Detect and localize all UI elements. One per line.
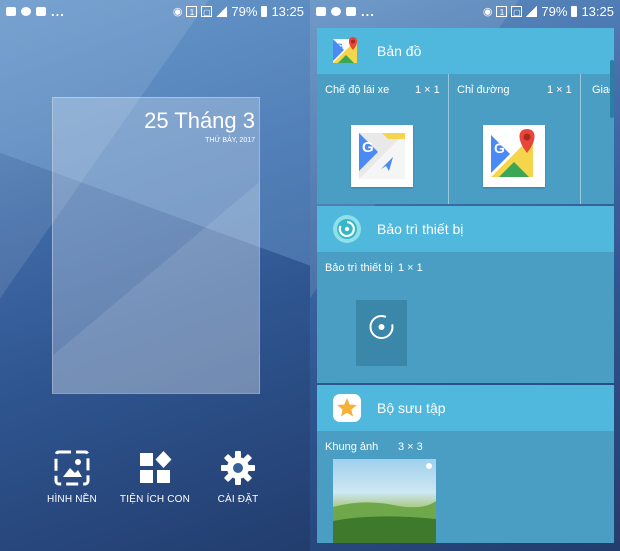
widget-maps-directions[interactable]: Chỉ đường 1 × 1 G — [449, 74, 580, 204]
more-notifications: ... — [361, 3, 375, 19]
settings-button[interactable]: CÀI ĐẶT — [193, 449, 283, 505]
widgets-button[interactable]: TIỆN ÍCH CON — [110, 449, 200, 505]
app-name-device-maintenance: Bảo trì thiết bị — [377, 221, 464, 237]
maps-driving-icon: G — [351, 125, 413, 187]
sim-1-icon: 1 — [186, 5, 198, 17]
wallpaper-button[interactable]: HÌNH NỀN — [27, 449, 117, 505]
sim-2-icon: ▢ — [201, 5, 213, 17]
widget-device-maintenance[interactable]: Bảo trì thiết bị 1 × 1 — [317, 252, 448, 383]
widgets-label: TIỆN ÍCH CON — [119, 494, 191, 505]
widgets-screen: ... ◉ 1 ▢ 79% 13:25 G Bản đồ Chế độ lái … — [310, 0, 620, 551]
message-notification-icon — [346, 6, 356, 16]
battery-percent: 79% — [231, 3, 258, 19]
sim-2-icon: ▢ — [511, 5, 523, 17]
device-maintenance-widget-icon — [356, 300, 407, 366]
photo-frame-preview — [333, 459, 436, 543]
signal-icon — [216, 5, 228, 17]
settings-label: CÀI ĐẶT — [217, 494, 259, 505]
app-name-maps: Bản đồ — [377, 43, 422, 59]
widget-name: Khung ảnh — [325, 441, 379, 453]
gallery-notification-icon — [316, 6, 326, 16]
widget-maps-driving[interactable]: Chế độ lái xe 1 × 1 G — [317, 74, 448, 204]
status-bar: ... ◉ 1 ▢ 79% 13:25 — [310, 0, 620, 22]
maps-widgets-row: Chế độ lái xe 1 × 1 G Chỉ đường 1 × 1 G … — [317, 74, 614, 204]
gallery-notification-icon — [6, 6, 16, 16]
widget-name: Chỉ đường — [457, 84, 510, 96]
widget-name: Chế độ lái xe — [325, 84, 390, 96]
widget-size: 1 × 1 — [415, 84, 440, 96]
widget-size: 1 × 1 — [547, 84, 572, 96]
message-notification-icon — [36, 6, 46, 16]
status-bar: ... ◉ 1 ▢ 79% 13:25 — [0, 0, 310, 22]
widget-list[interactable]: G Bản đồ Chế độ lái xe 1 × 1 G Chỉ đường… — [317, 28, 614, 543]
wallpaper-label: HÌNH NỀN — [47, 494, 97, 505]
sim-1-icon: 1 — [496, 5, 508, 17]
home-edit-screen: ... ◉ 1 ▢ 79% 13:25 25 Tháng 3 THỨ BẢY, … — [0, 0, 310, 551]
svg-text:G: G — [494, 140, 505, 156]
clock-time: 13:25 — [271, 3, 304, 19]
home-page-preview[interactable]: 25 Tháng 3 THỨ BẢY, 2017 — [52, 97, 260, 394]
widgets-icon — [140, 451, 172, 483]
widget-size: 1 × 1 — [398, 262, 423, 274]
widget-photo-frame[interactable]: Khung ảnh 3 × 3 — [317, 431, 448, 543]
gallery-widgets-row: Khung ảnh 3 × 3 — [317, 431, 614, 543]
gallery-icon — [333, 394, 361, 422]
battery-icon — [571, 5, 578, 17]
settings-gear-icon — [221, 451, 255, 485]
google-maps-icon: G — [333, 37, 358, 63]
wallpaper-icon — [54, 450, 90, 486]
clock-time: 13:25 — [581, 3, 614, 19]
svg-text:G: G — [336, 42, 343, 52]
app-header-maps[interactable]: G Bản đồ — [317, 28, 614, 74]
wifi-icon: ◉ — [172, 5, 183, 18]
battery-icon — [261, 5, 268, 17]
battery-percent: 79% — [541, 3, 568, 19]
app-name-gallery: Bộ sưu tập — [377, 400, 446, 416]
messenger-notification-icon — [21, 6, 31, 16]
more-notifications: ... — [51, 3, 65, 19]
svg-text:G: G — [362, 139, 374, 156]
clock-widget-date: 25 Tháng 3 — [144, 108, 255, 133]
signal-icon — [526, 5, 538, 17]
maps-directions-icon: G — [483, 125, 545, 187]
widget-size: 3 × 3 — [398, 441, 423, 453]
messenger-notification-icon — [331, 6, 341, 16]
wifi-icon: ◉ — [482, 5, 493, 18]
clock-widget-weekday: THỨ BẢY, 2017 — [205, 137, 255, 144]
scrollbar[interactable] — [610, 60, 614, 118]
app-header-device-maintenance[interactable]: Bảo trì thiết bị — [317, 206, 614, 252]
device-maintenance-widgets-row: Bảo trì thiết bị 1 × 1 — [317, 252, 614, 383]
widget-name: Bảo trì thiết bị — [325, 262, 393, 274]
device-maintenance-icon — [333, 215, 361, 243]
app-header-gallery[interactable]: Bộ sưu tập — [317, 385, 614, 431]
